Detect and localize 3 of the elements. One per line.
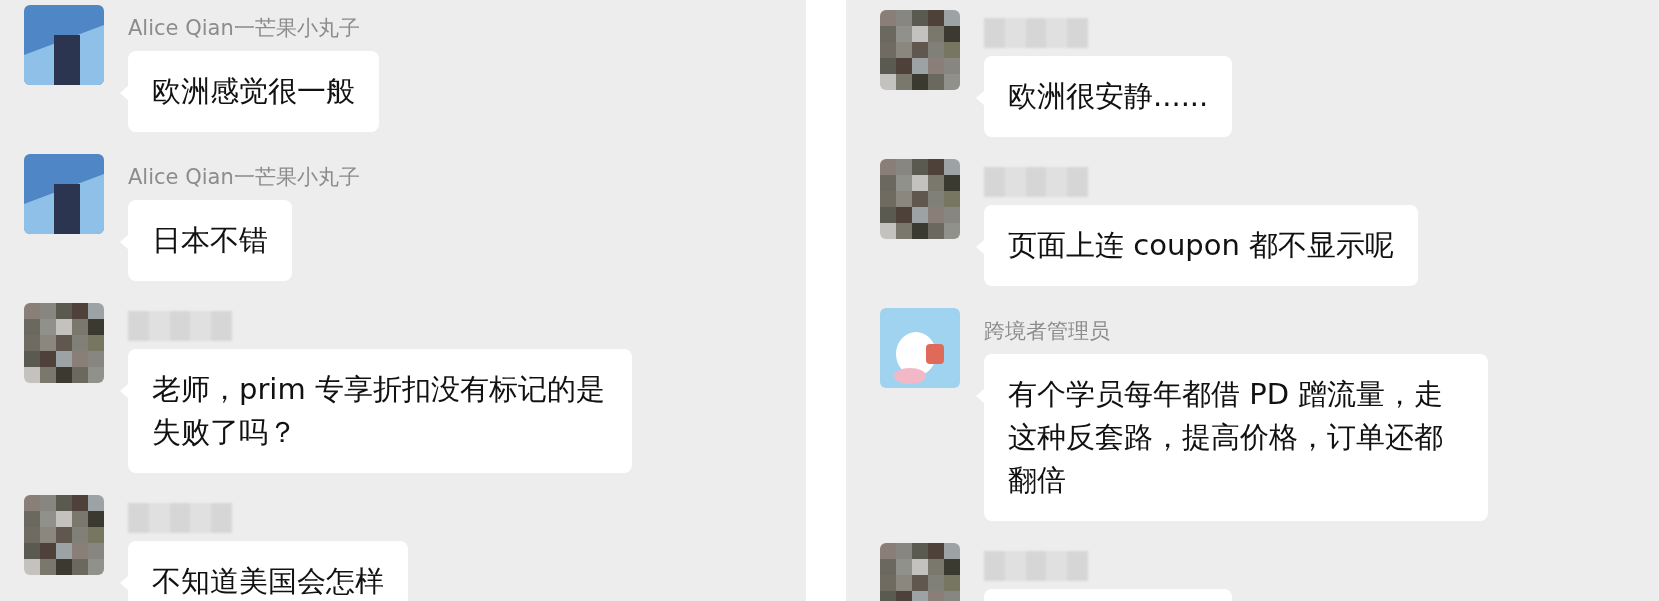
sender-name: Alice Qian一芒果小丸子 — [128, 164, 360, 191]
sender-name: 跨境者管理员 — [984, 318, 1111, 345]
sender-name: Alice Qian一芒果小丸子 — [128, 15, 361, 42]
